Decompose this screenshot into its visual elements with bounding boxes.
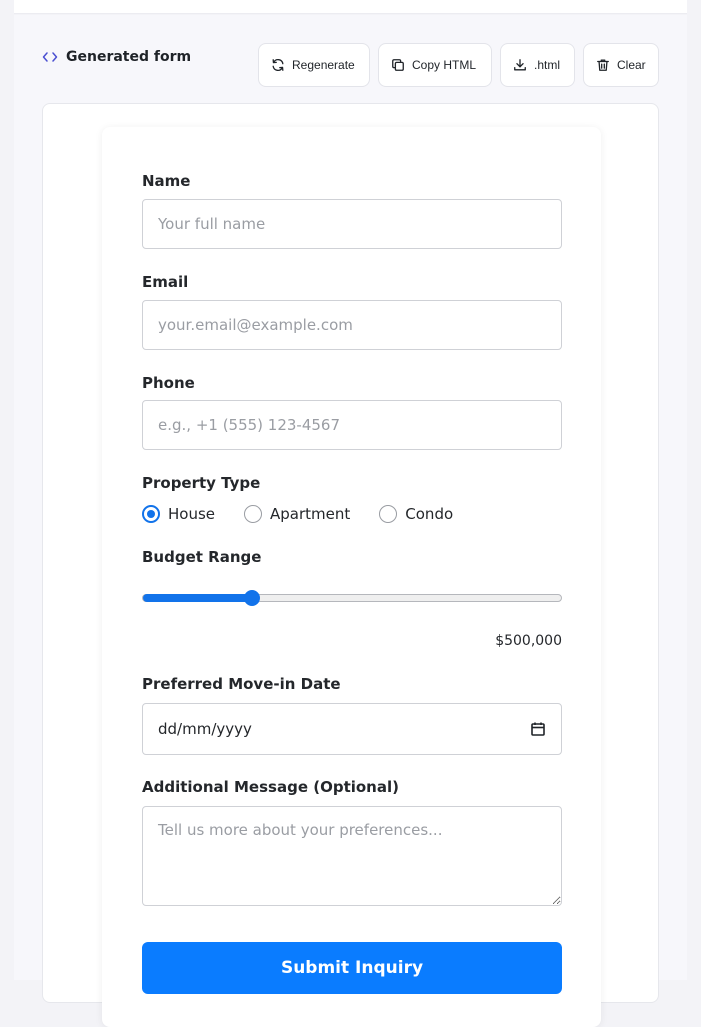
name-label: Name xyxy=(142,172,191,190)
radio-house-dot[interactable] xyxy=(142,505,160,523)
budget-slider[interactable] xyxy=(142,590,562,606)
submit-inquiry-button[interactable]: Submit Inquiry xyxy=(142,942,562,994)
radio-condo-label: Condo xyxy=(405,505,454,523)
radio-apartment[interactable]: Apartment xyxy=(244,505,350,523)
radio-apartment-label: Apartment xyxy=(270,505,351,523)
download-icon xyxy=(514,59,526,71)
message-textarea[interactable] xyxy=(142,806,562,906)
generated-form-panel: Generated form Regenerate Copy HTML .htm… xyxy=(14,15,687,1027)
code-icon xyxy=(42,52,58,62)
inquiry-form: Name Email Phone Property Type House Apa… xyxy=(102,127,601,1027)
trash-icon xyxy=(597,59,609,71)
download-label: .html xyxy=(534,58,561,72)
budget-slider-fill xyxy=(143,594,252,602)
move-in-date-input[interactable]: dd/mm/yyyy xyxy=(142,703,562,755)
phone-input[interactable] xyxy=(142,400,562,450)
budget-slider-thumb[interactable] xyxy=(243,590,260,606)
radio-house-label: House xyxy=(168,505,216,523)
budget-value: $500,000 xyxy=(495,633,562,649)
toolbar-title: Generated form xyxy=(42,48,191,66)
clear-label: Clear xyxy=(617,58,646,72)
email-input[interactable] xyxy=(142,300,562,350)
budget-label: Budget Range xyxy=(142,548,262,566)
radio-condo-dot[interactable] xyxy=(379,505,398,523)
radio-condo[interactable]: Condo xyxy=(379,505,453,523)
phone-label: Phone xyxy=(142,374,195,392)
move-in-date-label: Preferred Move-in Date xyxy=(142,675,341,693)
top-panel-edge xyxy=(14,0,687,14)
property-type-label: Property Type xyxy=(142,474,261,492)
regenerate-button[interactable]: Regenerate xyxy=(258,43,370,87)
refresh-icon xyxy=(272,58,284,72)
toolbar-title-text: Generated form xyxy=(66,49,192,65)
form-preview-frame: Name Email Phone Property Type House Apa… xyxy=(42,103,659,1027)
property-type-group: House Apartment Condo xyxy=(142,504,482,524)
name-input[interactable] xyxy=(142,199,562,249)
radio-apartment-dot[interactable] xyxy=(244,505,263,523)
copy-html-button[interactable]: Copy HTML xyxy=(378,43,492,87)
radio-house[interactable]: House xyxy=(142,505,215,523)
date-placeholder: dd/mm/yyyy xyxy=(158,720,252,738)
message-label: Additional Message (Optional) xyxy=(142,778,399,796)
regenerate-label: Regenerate xyxy=(292,58,355,72)
clear-button[interactable]: Clear xyxy=(583,43,659,87)
calendar-icon[interactable] xyxy=(530,721,546,737)
copy-html-label: Copy HTML xyxy=(412,58,477,72)
download-html-button[interactable]: .html xyxy=(500,43,575,87)
copy-icon xyxy=(392,59,404,71)
email-label: Email xyxy=(142,273,189,291)
